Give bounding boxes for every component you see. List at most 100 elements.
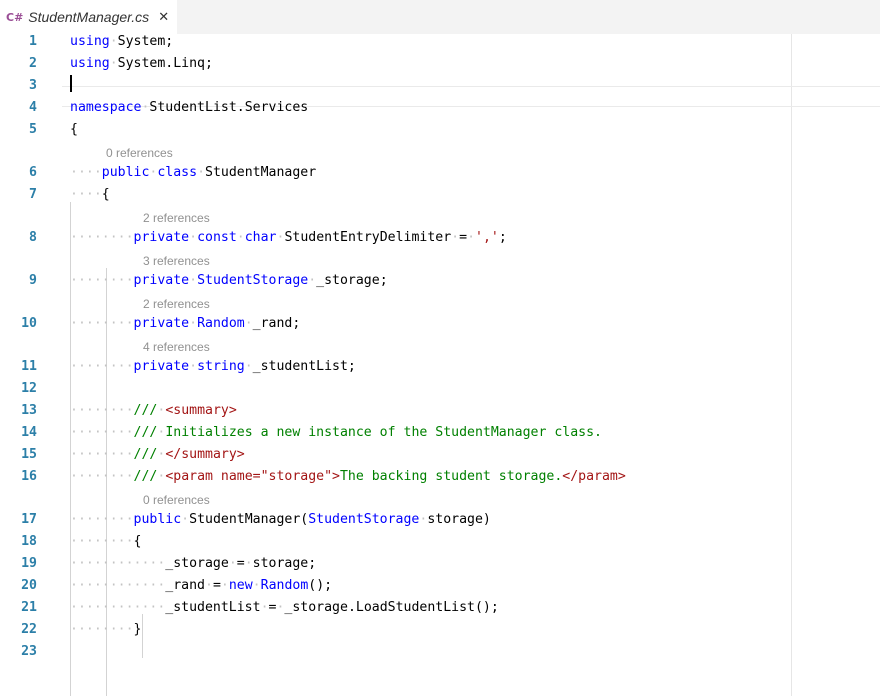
operator: =: [459, 230, 468, 245]
code-line: 21 ············_studentList·=·_storage.L…: [0, 597, 880, 619]
code-text: ········///·<param name="storage">The ba…: [70, 469, 626, 484]
type-name: StudentStorage: [308, 512, 420, 527]
code-text: ········///·<summary>: [70, 403, 237, 418]
code-text: using·System;: [70, 34, 174, 49]
code-line: 12: [0, 378, 880, 400]
code-text: ············_studentList·=·_storage.Load…: [70, 600, 499, 615]
code-text: ····public·class·StudentManager: [70, 165, 317, 180]
identifier: _storage: [165, 556, 229, 571]
code-text: ········{: [70, 534, 142, 549]
codelens-references[interactable]: 4 references: [143, 337, 210, 357]
identifier: _rand;: [252, 316, 301, 331]
type-name: Random: [197, 316, 245, 331]
line-number: 17: [21, 512, 37, 527]
keyword: public: [133, 512, 182, 527]
code-line: 1 using·System;: [0, 31, 880, 53]
code-text: ········///·</summary>: [70, 447, 245, 462]
line-number: 11: [21, 359, 37, 374]
close-icon[interactable]: ✕: [158, 10, 169, 25]
code-line: 6 ····public·class·StudentManager: [0, 162, 880, 184]
line-number: 4: [29, 100, 37, 115]
line-number: 20: [21, 578, 37, 593]
punctuation: ();: [308, 578, 333, 593]
code-text: ····{: [70, 187, 110, 202]
keyword: const: [197, 230, 237, 245]
code-text: ········private·StudentStorage·_storage;: [70, 273, 388, 288]
code-line: 22 ········}: [0, 619, 880, 641]
codelens: 0 references: [0, 143, 880, 163]
line-number: 14: [21, 425, 37, 440]
code-text: using·System.Linq;: [70, 56, 213, 71]
identifier: System.Linq;: [117, 56, 213, 71]
identifier: StudentList.Services: [149, 100, 309, 115]
codelens-references[interactable]: 2 references: [143, 294, 210, 314]
brace: {: [70, 122, 78, 137]
line-number: 1: [29, 34, 37, 49]
tab-title: StudentManager.cs: [28, 9, 150, 25]
line-number: 22: [21, 622, 37, 637]
keyword: char: [244, 230, 277, 245]
string-literal: ',': [475, 230, 499, 245]
brace: {: [101, 187, 110, 202]
tab-bar: C# StudentManager.cs ✕: [0, 0, 880, 34]
doc-comment: ///: [133, 403, 158, 418]
code-line: 11 ········private·string·_studentList;: [0, 356, 880, 378]
code-line: 18 ········{: [0, 531, 880, 553]
keyword: string: [197, 359, 245, 374]
doc-tag: <summary>: [165, 403, 237, 418]
identifier: _storage.LoadStudentList();: [284, 600, 499, 615]
code-line: 17 ········public·StudentManager(Student…: [0, 509, 880, 531]
identifier: _studentList;: [252, 359, 356, 374]
keyword: private: [133, 230, 190, 245]
code-line: 14 ········///·Initializes a new instanc…: [0, 422, 880, 444]
identifier: _studentList: [165, 600, 261, 615]
code-text: ········private·Random·_rand;: [70, 316, 301, 331]
operator: =: [212, 578, 221, 593]
code-editor[interactable]: 1 using·System; 2 using·System.Linq; 3 4…: [0, 34, 880, 696]
codelens: 4 references: [0, 337, 880, 357]
identifier: System;: [117, 34, 174, 49]
code-line: 13 ········///·<summary>: [0, 400, 880, 422]
punctuation: ;: [498, 230, 507, 245]
doc-comment: ///: [133, 425, 158, 440]
line-number: 6: [29, 165, 37, 180]
code-line: 20 ············_rand·=·new·Random();: [0, 575, 880, 597]
code-text: ············_storage·=·storage;: [70, 556, 317, 571]
line-number: 15: [21, 447, 37, 462]
code-text: ········public·StudentManager(StudentSto…: [70, 512, 491, 527]
text-caret: [70, 75, 72, 92]
keyword: using: [70, 34, 110, 49]
identifier: storage): [427, 512, 491, 527]
doc-comment: ///: [133, 469, 158, 484]
codelens-references[interactable]: 3 references: [143, 251, 210, 271]
codelens-references[interactable]: 0 references: [143, 490, 210, 510]
line-number: 2: [29, 56, 37, 71]
identifier: StudentManager(: [189, 512, 309, 527]
codelens-references[interactable]: 0 references: [106, 143, 173, 163]
keyword: using: [70, 56, 110, 71]
code-line: 2 using·System.Linq;: [0, 53, 880, 75]
codelens-references[interactable]: 2 references: [143, 208, 210, 228]
doc-comment-text: Initializes a new instance of the Studen…: [165, 425, 602, 440]
doc-tag: </param>: [562, 469, 626, 484]
code-line: 10 ········private·Random·_rand;: [0, 313, 880, 335]
identifier: _rand: [165, 578, 205, 593]
keyword: class: [157, 165, 198, 180]
code-line: 23: [0, 641, 880, 663]
tab-studentmanager[interactable]: C# StudentManager.cs ✕: [0, 0, 178, 34]
keyword: private: [133, 273, 190, 288]
line-number: 21: [21, 600, 37, 615]
keyword: private: [133, 359, 190, 374]
type-name: StudentStorage: [197, 273, 309, 288]
code-text: ············_rand·=·new·Random();: [70, 578, 333, 593]
doc-tag: </summary>: [165, 447, 245, 462]
line-number: 13: [21, 403, 37, 418]
code-line: 15 ········///·</summary>: [0, 444, 880, 466]
brace: }: [133, 622, 142, 637]
code-text[interactable]: [70, 75, 72, 97]
line-number: 12: [21, 381, 37, 396]
identifier: StudentEntryDelimiter: [284, 230, 452, 245]
line-number: 16: [21, 469, 37, 484]
code-line: 5 {: [0, 119, 880, 141]
line-number: 5: [29, 122, 37, 137]
